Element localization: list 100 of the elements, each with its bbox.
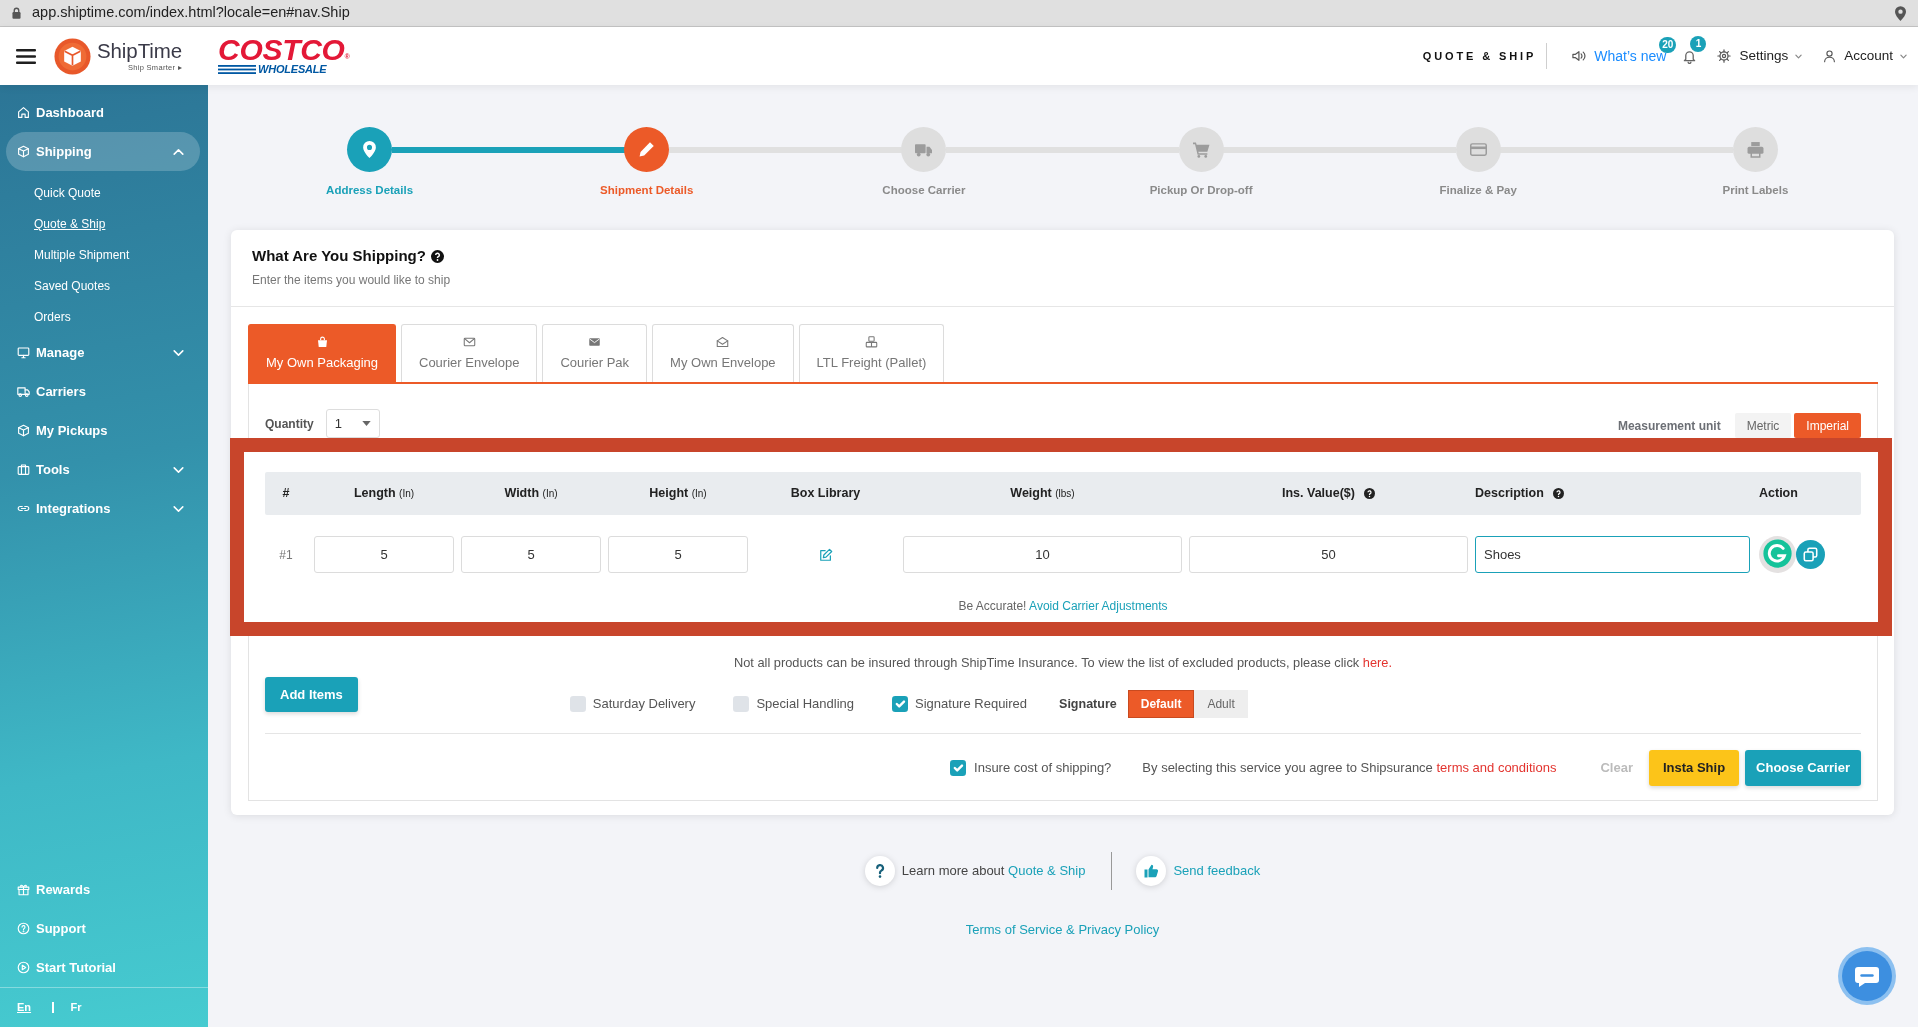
insurance-note: Not all products can be insured through ShipTime Insurance. To view the list of excluded products, please click here.	[734, 655, 1392, 671]
input-field[interactable]: 5	[461, 536, 601, 573]
agreement-text: By selecting this service you agree to Shipsurance terms and conditions	[1142, 759, 1557, 778]
packaging-tab[interactable]: My Own Packaging	[248, 324, 396, 382]
step-label: Finalize & Pay	[1439, 183, 1517, 198]
column-header: Action	[1759, 485, 1798, 503]
help-icon[interactable]	[1552, 488, 1564, 499]
terms-link[interactable]: terms and conditions	[1436, 760, 1557, 776]
thumbs-up-icon[interactable]	[1136, 856, 1167, 886]
location-pin-icon[interactable]	[1895, 5, 1906, 21]
adjustments-link[interactable]: Avoid Carrier Adjustments	[1029, 599, 1168, 613]
learn-more-link[interactable]: Quote & Ship	[1008, 863, 1086, 879]
lock-icon	[12, 7, 21, 19]
unit-toggle[interactable]: Metric	[1734, 413, 1792, 438]
page-title: QUOTE & SHIP	[1422, 48, 1537, 64]
sidebar-subitem[interactable]: Saved Quotes	[34, 271, 111, 302]
sidebar-item[interactable]: Support	[6, 909, 200, 948]
chevron-down-icon	[1900, 53, 1907, 59]
home-icon	[17, 106, 30, 119]
excluded-products-link[interactable]: here.	[1362, 655, 1392, 670]
sidebar-item[interactable]: Manage	[6, 333, 200, 372]
quantity-label: Quantity	[265, 415, 314, 433]
packaging-tab[interactable]: LTL Freight (Pallet)	[798, 324, 945, 382]
caret-icon	[361, 421, 371, 426]
help-icon[interactable]	[1363, 488, 1375, 499]
checkbox[interactable]	[569, 696, 586, 712]
column-header: Weight (lbs)	[1010, 485, 1075, 503]
toolbox-icon	[17, 463, 30, 476]
bag-icon	[315, 336, 329, 349]
stripes-icon	[218, 65, 257, 74]
step-label: Shipment Details	[600, 183, 694, 198]
sidebar-item[interactable]: Rewards	[6, 870, 200, 909]
chat-icon[interactable]	[1838, 947, 1896, 1005]
copy-icon[interactable]	[1796, 540, 1825, 569]
input-field[interactable]: Shoes	[1475, 536, 1750, 573]
column-header: Length (In)	[353, 485, 415, 503]
action-button[interactable]: Insta Ship	[1648, 750, 1740, 786]
signature-option[interactable]: Adult	[1194, 690, 1248, 718]
sidebar-subitem[interactable]: Orders	[34, 302, 71, 333]
input-field[interactable]: 5	[314, 536, 454, 573]
envelope-icon	[462, 336, 476, 349]
count-badge: 1	[1690, 35, 1707, 52]
legal-link[interactable]: Terms of Service & Privacy Policy	[965, 920, 1160, 940]
envelope-icon	[588, 336, 602, 349]
measurement-label: Measurement unit	[1617, 417, 1721, 435]
sidebar-subitem[interactable]: Multiple Shipment	[34, 240, 130, 271]
sidebar-subitem[interactable]: Quote & Ship	[34, 209, 106, 240]
menu-icon[interactable]	[16, 48, 36, 64]
open-envelope-icon	[716, 336, 730, 349]
cube-logo-icon	[54, 37, 91, 75]
sidebar-item[interactable]: Integrations	[6, 489, 200, 528]
step-label: Address Details	[326, 183, 414, 198]
column-header: Description	[1475, 485, 1544, 503]
step-label: Print Labels	[1722, 183, 1789, 198]
feedback-link[interactable]: Send feedback	[1173, 861, 1261, 881]
sidebar-item[interactable]: Shipping	[6, 132, 200, 171]
accuracy-note: Be Accurate! Avoid Carrier Adjustments	[958, 598, 1168, 614]
checkbox[interactable]	[733, 696, 750, 712]
input-field[interactable]: 10	[903, 536, 1182, 573]
action-button[interactable]: Choose Carrier	[1745, 750, 1861, 786]
checkbox-label: Insure cost of shipping?	[974, 759, 1112, 778]
sidebar-item[interactable]: Carriers	[6, 372, 200, 411]
monitor-icon	[17, 346, 30, 359]
bell-icon[interactable]	[1683, 48, 1697, 64]
column-header: Ins. Value($)	[1282, 485, 1355, 503]
edit-icon[interactable]	[818, 547, 833, 562]
sidebar-item[interactable]: Dashboard	[6, 93, 200, 132]
help-icon[interactable]	[864, 856, 895, 886]
url-text: app.shiptime.com/index.html?locale=en#nav.Ship	[32, 3, 350, 23]
settings-menu[interactable]: Settings	[1717, 45, 1803, 67]
sidebar-subitem[interactable]: Quick Quote	[34, 178, 101, 209]
signature-option[interactable]: Default	[1127, 690, 1195, 718]
partner-logo-subtext: WHOLESALE	[258, 64, 327, 75]
account-menu[interactable]: Account	[1823, 45, 1907, 67]
unit-toggle[interactable]: Imperial	[1794, 413, 1861, 438]
input-field[interactable]: 5	[608, 536, 748, 573]
signature-label: Signature	[1059, 695, 1117, 713]
column-header: #	[282, 485, 290, 503]
checkbox[interactable]	[892, 696, 909, 712]
checkbox[interactable]	[950, 760, 967, 776]
cube-icon	[17, 424, 30, 437]
checkbox-label: Special Handling	[756, 695, 855, 714]
column-header: Width (In)	[504, 485, 558, 503]
quantity-select[interactable]: 1	[325, 409, 380, 438]
packaging-tab[interactable]: Courier Envelope	[401, 324, 538, 382]
step-label: Pickup Or Drop-off	[1149, 183, 1253, 198]
sidebar-item[interactable]: My Pickups	[6, 411, 200, 450]
settings-icon	[1717, 49, 1732, 63]
packaging-tab[interactable]: Courier Pak	[542, 324, 648, 382]
learn-more-text: Learn more about Quote & Ship	[901, 862, 1086, 881]
sidebar-item[interactable]: Tools	[6, 450, 200, 489]
add-items-button[interactable]: Add Items	[265, 677, 358, 712]
packaging-tab[interactable]: My Own Envelope	[652, 324, 794, 382]
step-label: Choose Carrier	[882, 183, 966, 198]
row-number: #1	[279, 546, 293, 564]
help-icon[interactable]	[430, 249, 444, 263]
play-icon	[17, 961, 30, 974]
count-badge: 20	[1659, 36, 1677, 53]
input-field[interactable]: 50	[1189, 536, 1468, 573]
person-icon	[1823, 49, 1837, 63]
